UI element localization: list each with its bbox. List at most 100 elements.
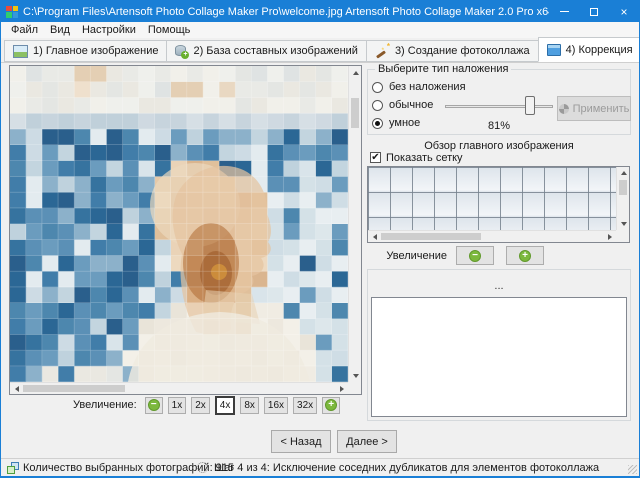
menu-view[interactable]: Вид bbox=[44, 22, 76, 38]
detail-groupbox-title: ... bbox=[368, 280, 630, 292]
app-window: C:\Program Files\Artensoft Photo Collage… bbox=[0, 0, 640, 478]
scroll-up-button[interactable] bbox=[349, 66, 362, 79]
menu-bar: Файл Вид Настройки Помощь bbox=[1, 22, 639, 38]
apply-button-label: Применить bbox=[573, 103, 630, 115]
collage-preview-panel bbox=[9, 65, 362, 395]
status-bar: Количество выбранных фотографий: 915 Шаг… bbox=[1, 458, 639, 476]
grid-scroll-up-button[interactable] bbox=[617, 167, 630, 179]
tab-label: 2) База составных изображений bbox=[193, 45, 357, 57]
next-button[interactable]: Далее > bbox=[337, 430, 397, 453]
grid-horizontal-scroll-thumb[interactable] bbox=[381, 233, 481, 240]
zoom-in-button[interactable]: + bbox=[322, 397, 340, 414]
window-title: C:\Program Files\Artensoft Photo Collage… bbox=[23, 6, 549, 18]
radio-normal[interactable] bbox=[372, 100, 383, 111]
apply-button[interactable]: Применить bbox=[557, 96, 631, 121]
status-step-progress: Шаг 4 из 4: Исключение соседних дубликат… bbox=[214, 461, 639, 478]
tab-correction[interactable]: 4) Коррекция bbox=[538, 37, 640, 62]
zoom-4x-button[interactable]: 4x bbox=[215, 396, 236, 415]
scroll-down-button[interactable] bbox=[349, 369, 362, 382]
preview-zoom-in-button[interactable]: + bbox=[506, 246, 544, 265]
radio-smart[interactable] bbox=[372, 118, 383, 129]
tab-label: 1) Главное изображение bbox=[33, 45, 158, 57]
radio-normal-label[interactable]: обычное bbox=[389, 99, 433, 111]
slider-thumb[interactable] bbox=[525, 96, 535, 115]
arrow-right-icon bbox=[340, 386, 344, 392]
detail-view-area[interactable] bbox=[371, 297, 627, 417]
tab-create-collage[interactable]: ** 3) Создание фотоколлажа bbox=[366, 40, 539, 62]
slider-value: 81% bbox=[445, 120, 553, 132]
grid-scroll-down-button[interactable] bbox=[617, 218, 630, 230]
arrow-left-icon bbox=[373, 234, 377, 240]
grid-horizontal-scrollbar[interactable] bbox=[368, 230, 616, 242]
arrow-down-icon bbox=[353, 374, 359, 378]
grid-scroll-right-button[interactable] bbox=[603, 231, 616, 242]
radio-no-overlay[interactable] bbox=[372, 82, 383, 93]
arrow-down-icon bbox=[621, 222, 627, 226]
menu-help[interactable]: Помощь bbox=[142, 22, 197, 38]
gear-icon bbox=[559, 104, 569, 114]
zoom-2x-button[interactable]: 2x bbox=[191, 397, 210, 414]
main-image-grid-preview bbox=[367, 166, 630, 243]
image-icon bbox=[13, 45, 28, 58]
title-bar: C:\Program Files\Artensoft Photo Collage… bbox=[1, 1, 639, 22]
minimize-icon bbox=[560, 11, 569, 12]
radio-no-overlay-label[interactable]: без наложения bbox=[389, 81, 466, 93]
magic-wand-icon: ** bbox=[375, 44, 390, 58]
show-grid-checkbox[interactable]: ✔ bbox=[370, 152, 381, 163]
menu-file[interactable]: Файл bbox=[5, 22, 44, 38]
plus-icon: + bbox=[325, 399, 337, 411]
preview-section-title: Обзор главного изображения bbox=[367, 140, 631, 152]
zoom-out-button[interactable]: − bbox=[145, 397, 163, 414]
image-horizontal-scrollbar[interactable] bbox=[10, 382, 348, 394]
close-button[interactable]: × bbox=[609, 1, 639, 22]
check-icon: ✔ bbox=[371, 152, 379, 163]
arrow-right-icon bbox=[608, 234, 612, 240]
radio-smart-label[interactable]: умное bbox=[389, 117, 420, 129]
progress-spinner-icon bbox=[197, 462, 208, 473]
show-grid-label[interactable]: Показать сетку bbox=[386, 152, 463, 164]
zoom-32x-button[interactable]: 32x bbox=[293, 397, 317, 414]
tab-label: 3) Создание фотоколлажа bbox=[395, 45, 530, 57]
preview-zoom-out-button[interactable]: − bbox=[456, 246, 494, 265]
grid-vertical-scroll-thumb[interactable] bbox=[619, 180, 627, 195]
database-add-icon: + bbox=[175, 45, 188, 57]
zoom-8x-button[interactable]: 8x bbox=[240, 397, 259, 414]
app-icon bbox=[6, 6, 18, 18]
maximize-icon bbox=[590, 8, 598, 16]
photos-count-icon bbox=[7, 462, 19, 474]
horizontal-scroll-thumb[interactable] bbox=[23, 385, 125, 392]
image-vertical-scrollbar[interactable] bbox=[348, 66, 361, 382]
zoom-label: Увеличение: bbox=[73, 399, 137, 411]
overlay-strength-slider[interactable] bbox=[445, 105, 553, 108]
maximize-button[interactable] bbox=[579, 1, 609, 22]
vertical-scroll-thumb[interactable] bbox=[351, 98, 359, 128]
tab-label: 4) Коррекция bbox=[566, 44, 633, 56]
tab-image-database[interactable]: + 2) База составных изображений bbox=[166, 40, 366, 62]
menu-settings[interactable]: Настройки bbox=[76, 22, 142, 38]
cube-icon bbox=[547, 44, 561, 56]
plus-icon: + bbox=[519, 250, 531, 262]
scroll-right-button[interactable] bbox=[335, 383, 348, 395]
back-button[interactable]: < Назад bbox=[271, 430, 331, 453]
arrow-up-icon bbox=[621, 171, 627, 175]
minus-icon: − bbox=[469, 250, 481, 262]
arrow-left-icon bbox=[15, 386, 19, 392]
grid-vertical-scrollbar[interactable] bbox=[616, 167, 629, 230]
minimize-button[interactable] bbox=[549, 1, 579, 22]
tab-strip: 1) Главное изображение + 2) База составн… bbox=[1, 38, 639, 63]
grid-scroll-left-button[interactable] bbox=[368, 231, 381, 242]
collage-preview-image[interactable] bbox=[10, 66, 348, 382]
zoom-16x-button[interactable]: 16x bbox=[264, 397, 288, 414]
arrow-up-icon bbox=[353, 71, 359, 75]
preview-zoom-label: Увеличение bbox=[367, 250, 447, 262]
minus-icon: − bbox=[148, 399, 160, 411]
scroll-left-button[interactable] bbox=[10, 383, 23, 395]
overlay-type-title: Выберите тип наложения bbox=[375, 63, 511, 75]
zoom-1x-button[interactable]: 1x bbox=[168, 397, 187, 414]
detail-groupbox: ... bbox=[367, 269, 631, 421]
tab-main-image[interactable]: 1) Главное изображение bbox=[4, 40, 167, 62]
collage-mosaic bbox=[10, 66, 348, 382]
grid-preview-area[interactable] bbox=[368, 167, 616, 230]
zoom-controls: Увеличение: − 1x 2x 4x 8x 16x 32x + bbox=[73, 395, 340, 415]
resize-grip[interactable] bbox=[628, 465, 637, 474]
